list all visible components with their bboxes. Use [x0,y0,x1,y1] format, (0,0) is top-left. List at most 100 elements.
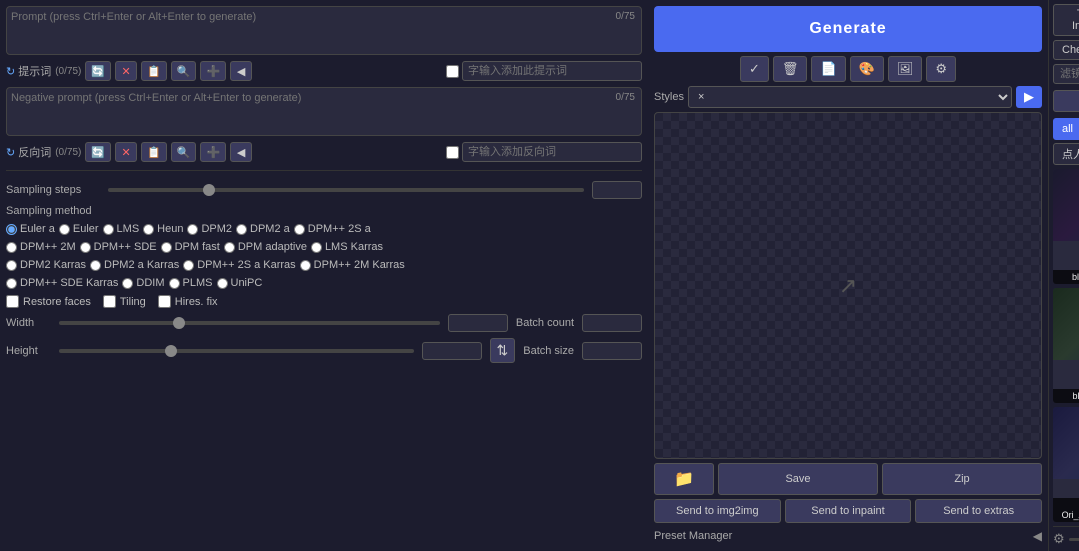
options-checkboxes: Restore faces Tiling Hires. fix [6,295,642,308]
bottom-buttons-row2: Send to img2img Send to inpaint Send to … [654,499,1042,523]
negative-text-input[interactable] [462,142,642,162]
prompt-textarea[interactable] [11,11,637,47]
radio-dpm2akarras[interactable]: DPM2 a Karras [90,259,179,271]
filter-tags: all 图片/ 成人/ 滤镜/ 点人女/ [1053,118,1079,165]
prompt-toolbar-label: ↻ 提示词 [6,63,51,79]
radio-unipc[interactable]: UniPC [217,277,263,289]
steps-label: Sampling steps [6,184,96,196]
tiling-checkbox[interactable]: Tiling [103,295,146,308]
tab-checkpoints[interactable]: Checkpoints [1053,40,1079,60]
radio-dpmpp2m[interactable]: DPM++ 2M [6,241,76,253]
neg-btn-6[interactable]: ◀ [230,142,252,162]
steps-slider-track[interactable] [108,188,584,192]
width-slider[interactable] [59,321,440,325]
tab-textual-inversion[interactable]: Textual Inversion [1053,4,1079,36]
radio-dpm2[interactable]: DPM2 [187,223,232,235]
radio-lms[interactable]: LMS [103,223,140,235]
neg-btn-4[interactable]: 🔍 [171,142,197,162]
prompt-btn-1[interactable]: 🔄 [85,61,111,81]
filter-person[interactable]: 点人女/ [1053,143,1079,165]
neg-btn-2[interactable]: ✕ [115,142,137,162]
prompt-btn-2[interactable]: ✕ [115,61,137,81]
width-row: Width 512 Batch count 1 [6,314,642,332]
left-panel: 0/75 ↻ 提示词 (0/75) 🔄 ✕ 📋 🔍 ➕ ◀ 0/75 ↻ 反向词… [0,0,648,551]
send-extras-button[interactable]: Send to extras [915,499,1042,523]
steps-input[interactable]: 20 [592,181,642,199]
prompt-checkbox[interactable] [446,65,459,78]
action-icon-copy[interactable]: 📄 [811,56,845,82]
settings-icon[interactable]: ⚙ [1053,531,1065,547]
styles-row: Styles × ▶ [654,86,1042,108]
radio-lmskarras[interactable]: LMS Karras [311,241,383,253]
refresh-row: Refresh ⟳ [1053,88,1079,114]
radio-plms[interactable]: PLMS [169,277,213,289]
action-icon-check[interactable]: ✓ [740,56,769,82]
action-icon-paint[interactable]: 🎨 [850,56,884,82]
radio-group-2: DPM++ 2M DPM++ SDE DPM fast DPM adaptive… [6,241,642,253]
lora-search-input[interactable] [1053,64,1079,84]
canvas-placeholder-icon: ↗ [839,273,857,299]
width-input[interactable]: 512 [448,314,508,332]
method-label: Sampling method [6,205,96,217]
radio-euler-a[interactable]: Euler a [6,223,55,235]
zip-button[interactable]: Zip [882,463,1042,495]
radio-ddim[interactable]: DDIM [122,277,164,289]
neg-btn-5[interactable]: ➕ [200,142,226,162]
radio-dpmppsde[interactable]: DPM++ SDE [80,241,157,253]
prompt-btn-6[interactable]: ◀ [230,61,252,81]
height-row: Height 512 ⇅ Batch size 1 [6,338,642,363]
batch-count-label: Batch count [516,317,574,329]
action-icon-gear[interactable]: ⚙ [926,56,956,82]
radio-dpmpp2sa[interactable]: DPM++ 2S a [294,223,371,235]
neg-btn-3[interactable]: 📋 [141,142,167,162]
steps-slider-thumb[interactable] [203,184,215,196]
model-card-2[interactable]: 🌸 blindbox V3 [1053,288,1079,403]
filter-all[interactable]: all [1053,118,1079,140]
swap-dimensions-btn[interactable]: ⇅ [490,338,516,363]
negative-prompt-textarea[interactable] [11,92,637,128]
negative-checkbox[interactable] [446,146,459,159]
radio-dpm2a[interactable]: DPM2 a [236,223,290,235]
model-card-4[interactable]: 🌊 S1 Ori_ArtStyle_Vi... [1053,407,1079,522]
action-icon-image[interactable]: 🖼 [888,56,923,82]
radio-dpm2karras[interactable]: DPM2 Karras [6,259,86,271]
model-card-0[interactable]: 🎀 blindbox_v1 [1053,169,1079,284]
radio-euler[interactable]: Euler [59,223,99,235]
prompt-btn-5[interactable]: ➕ [200,61,226,81]
hires-fix-checkbox[interactable]: Hires. fix [158,295,218,308]
styles-select[interactable]: × [688,86,1012,108]
send-inpaint-button[interactable]: Send to inpaint [785,499,912,523]
radio-group-4: DPM++ SDE Karras DDIM PLMS UniPC [6,277,642,289]
height-input[interactable]: 512 [422,342,482,360]
negative-count: (0/75) [55,147,81,158]
radio-dpmpp2mkarras[interactable]: DPM++ 2M Karras [300,259,405,271]
prompt-text-input[interactable] [462,61,642,81]
width-thumb[interactable] [173,317,185,329]
sampling-section: Sampling steps 20 Sampling method Euler … [6,177,642,367]
radio-dpmadaptive[interactable]: DPM adaptive [224,241,307,253]
batch-count-area: Batch count 1 [516,314,642,332]
method-label-row: Sampling method [6,205,642,217]
radio-dpmpp2sakarras[interactable]: DPM++ 2S a Karras [183,259,295,271]
radio-dpmppsdek[interactable]: DPM++ SDE Karras [6,277,118,289]
prompt-btn-4[interactable]: 🔍 [171,61,197,81]
height-slider[interactable] [59,349,414,353]
action-icon-trash[interactable]: 🗑 [773,56,808,82]
radio-heun[interactable]: Heun [143,223,183,235]
folder-button[interactable]: 📁 [654,463,714,495]
zoom-slider[interactable] [1069,538,1079,541]
refresh-button[interactable]: Refresh [1053,90,1079,112]
prompt-count: (0/75) [55,66,81,77]
send-img2img-button[interactable]: Send to img2img [654,499,781,523]
restore-faces-checkbox[interactable]: Restore faces [6,295,91,308]
batch-count-input[interactable]: 1 [582,314,642,332]
prompt-btn-3[interactable]: 📋 [141,61,167,81]
batch-size-input[interactable]: 1 [582,342,642,360]
styles-apply-btn[interactable]: ▶ [1016,86,1042,108]
radio-group-3: DPM2 Karras DPM2 a Karras DPM++ 2S a Kar… [6,259,642,271]
save-button[interactable]: Save [718,463,878,495]
radio-dpmfast[interactable]: DPM fast [161,241,220,253]
height-thumb[interactable] [165,345,177,357]
generate-button[interactable]: Generate [654,6,1042,52]
neg-btn-1[interactable]: 🔄 [85,142,111,162]
